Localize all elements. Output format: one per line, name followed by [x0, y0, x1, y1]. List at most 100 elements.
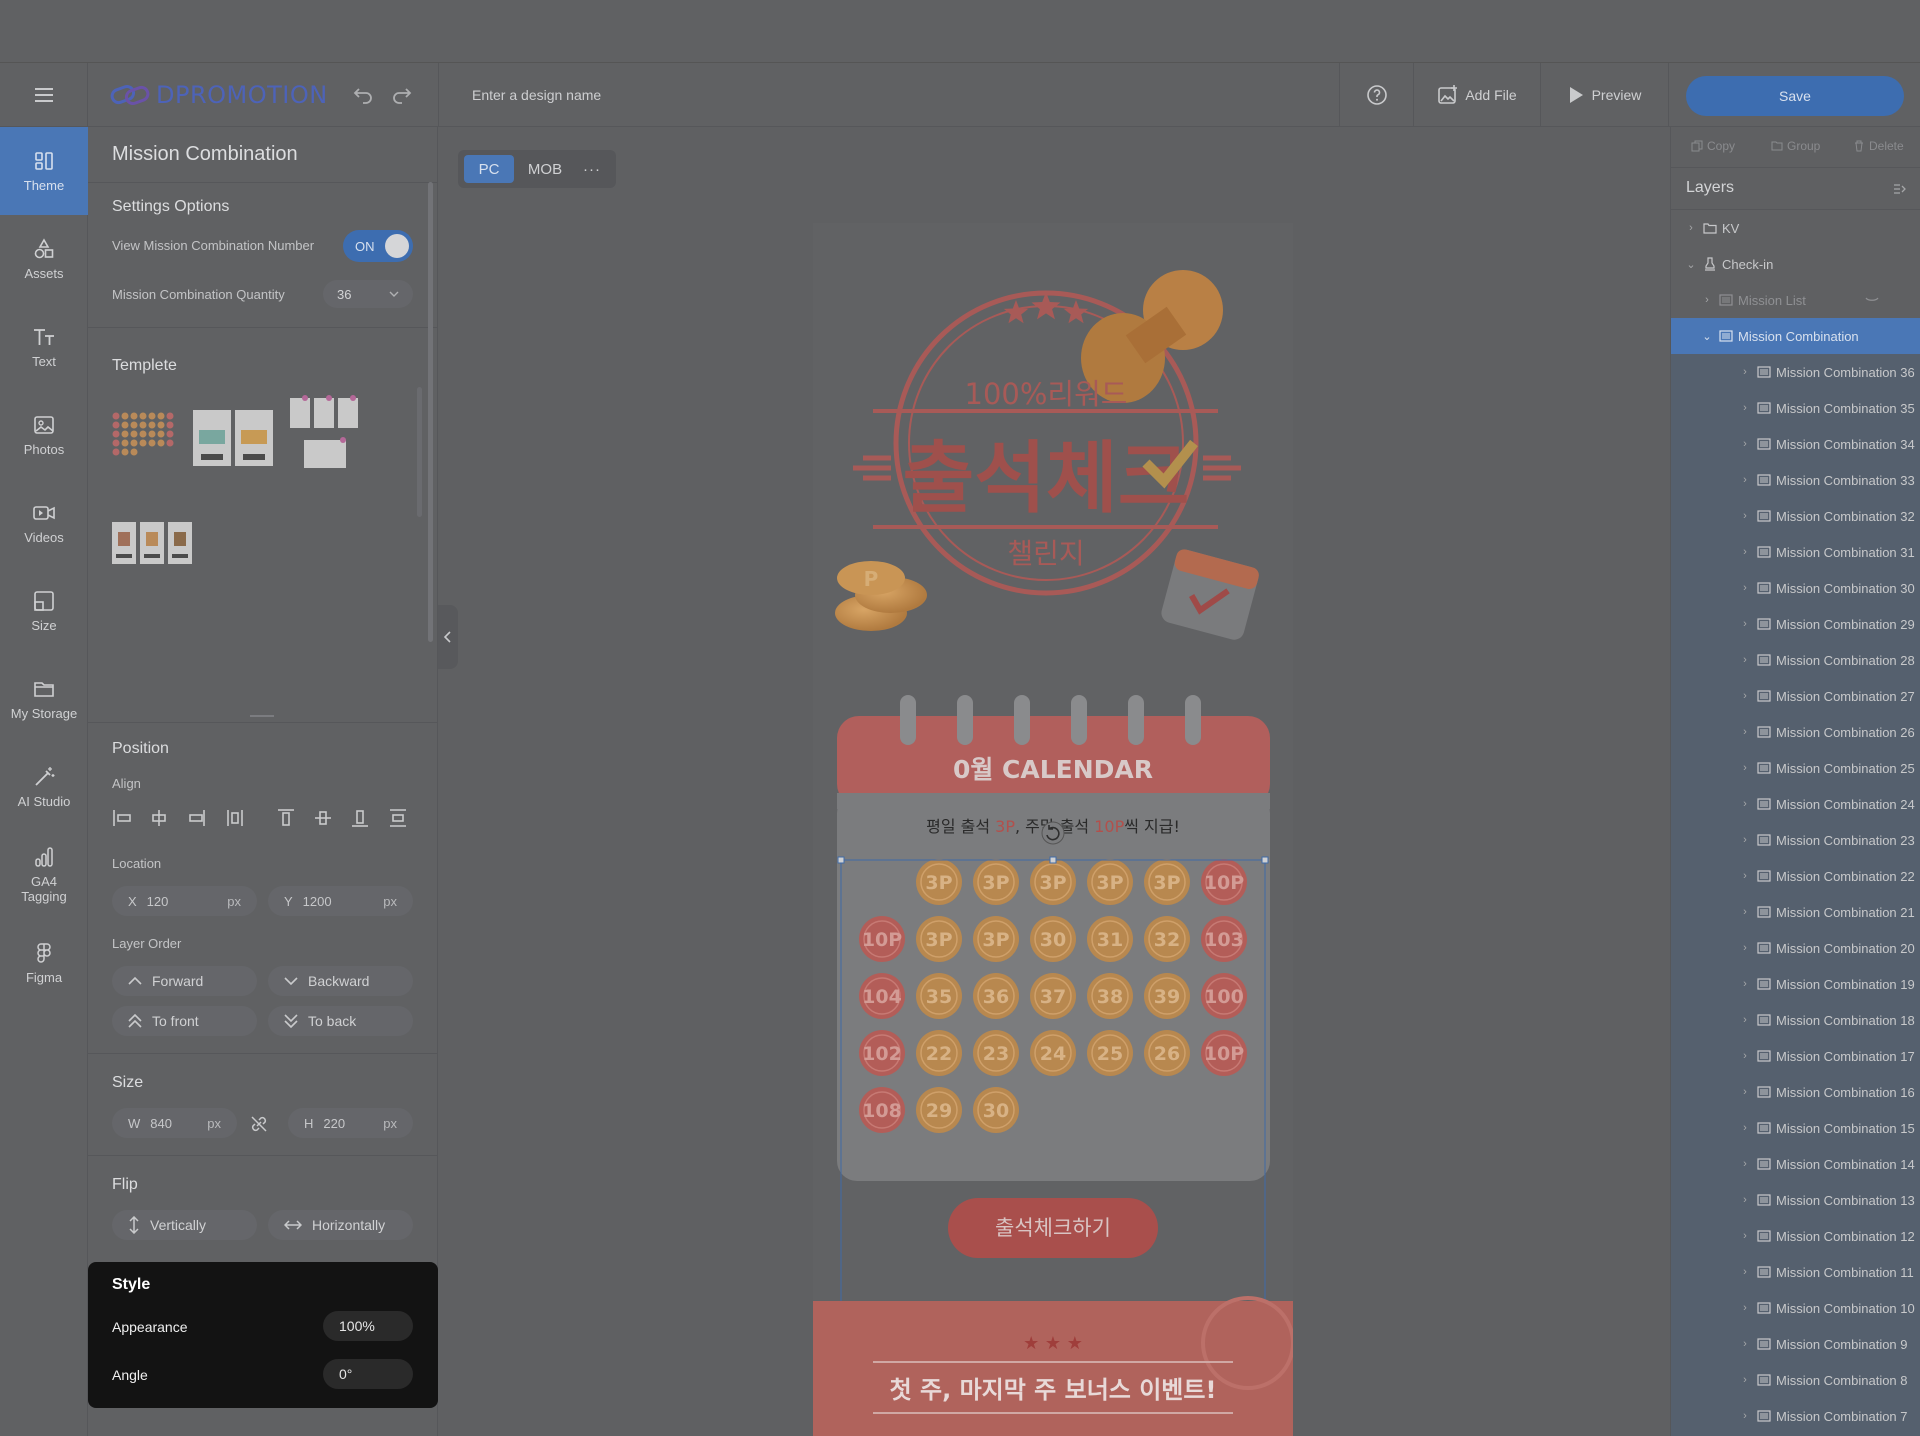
layer-child-item[interactable]: › Mission Combination 9 [1671, 1326, 1920, 1362]
layer-child-item[interactable]: › Mission Combination 21 [1671, 894, 1920, 930]
stamp-item[interactable]: 38 [1087, 973, 1133, 1019]
layer-child-item[interactable]: › Mission Combination 36 [1671, 354, 1920, 390]
layer-child-item[interactable]: › Mission Combination 18 [1671, 1002, 1920, 1038]
layer-child-item[interactable]: › Mission Combination 11 [1671, 1254, 1920, 1290]
layer-child-item[interactable]: › Mission Combination 16 [1671, 1074, 1920, 1110]
backward-button[interactable]: Backward [268, 966, 413, 996]
stamp-item[interactable]: 22 [916, 1030, 962, 1076]
stamp-item[interactable]: 10P [859, 916, 905, 962]
menu-button[interactable] [0, 63, 88, 127]
layer-child-item[interactable]: › Mission Combination 35 [1671, 390, 1920, 426]
layer-child-item[interactable]: › Mission Combination 10 [1671, 1290, 1920, 1326]
nav-item-videos[interactable]: Videos [0, 479, 88, 567]
stamp-item[interactable]: 3P [1087, 859, 1133, 905]
stamp-item[interactable]: 3P [973, 916, 1019, 962]
layer-child-item[interactable]: › Mission Combination 25 [1671, 750, 1920, 786]
layer-child-item[interactable]: › Mission Combination 23 [1671, 822, 1920, 858]
copy-button[interactable]: Copy [1691, 139, 1735, 153]
template-scrollbar[interactable] [417, 387, 422, 517]
layer-child-item[interactable]: › Mission Combination 29 [1671, 606, 1920, 642]
flip-vertical-button[interactable]: Vertically [112, 1210, 257, 1240]
layer-child-item[interactable]: › Mission Combination 34 [1671, 426, 1920, 462]
layer-mission-list[interactable]: › Mission List [1671, 282, 1920, 318]
stamp-item[interactable]: 10P [1201, 1030, 1247, 1076]
layer-child-item[interactable]: › Mission Combination 24 [1671, 786, 1920, 822]
appearance-input[interactable]: 100% [323, 1311, 413, 1341]
nav-item-text[interactable]: Text [0, 303, 88, 391]
stamp-item[interactable]: 10P [1201, 859, 1247, 905]
stamp-item[interactable]: 3P [1030, 859, 1076, 905]
layers-collapse-button[interactable] [1893, 183, 1907, 195]
angle-input[interactable]: 0° [323, 1359, 413, 1389]
template-thumb-grid[interactable] [108, 402, 180, 474]
layer-child-item[interactable]: › Mission Combination 15 [1671, 1110, 1920, 1146]
template-thumb-three[interactable] [108, 512, 196, 572]
nav-item-theme[interactable]: Theme [0, 127, 88, 215]
stamp-item[interactable]: 102 [859, 1030, 905, 1076]
layer-child-item[interactable]: › Mission Combination 7 [1671, 1398, 1920, 1434]
layer-child-item[interactable]: › Mission Combination 14 [1671, 1146, 1920, 1182]
nav-item-photos[interactable]: Photos [0, 391, 88, 479]
layer-child-item[interactable]: › Mission Combination 30 [1671, 570, 1920, 606]
layer-child-item[interactable]: › Mission Combination 33 [1671, 462, 1920, 498]
stamp-item[interactable]: 30 [973, 1087, 1019, 1133]
height-field[interactable]: H 220 px [288, 1108, 413, 1138]
add-file-button[interactable]: Add File [1414, 63, 1541, 127]
stamp-item[interactable]: 25 [1087, 1030, 1133, 1076]
design-name-input[interactable] [472, 84, 972, 106]
stamp-item[interactable]: 37 [1030, 973, 1076, 1019]
layer-child-item[interactable]: › Mission Combination 27 [1671, 678, 1920, 714]
template-thumb-cards[interactable] [191, 402, 275, 474]
stamp-item[interactable]: 29 [916, 1087, 962, 1133]
layer-child-item[interactable]: › Mission Combination 20 [1671, 930, 1920, 966]
collapse-panel-button[interactable] [438, 605, 458, 669]
layer-child-item[interactable]: › Mission Combination 19 [1671, 966, 1920, 1002]
layer-kv[interactable]: › KV [1671, 210, 1920, 246]
to-back-button[interactable]: To back [268, 1006, 413, 1036]
template-thumb-stack[interactable] [286, 392, 364, 474]
nav-item-ga4-tagging[interactable]: GA4 Tagging [0, 831, 88, 919]
stamp-item[interactable]: 3P [916, 859, 962, 905]
nav-item-assets[interactable]: Assets [0, 215, 88, 303]
width-field[interactable]: W 840 px [112, 1108, 237, 1138]
view-number-toggle[interactable]: ON [343, 230, 413, 262]
quantity-select[interactable]: 36 [323, 280, 413, 308]
layer-child-item[interactable]: › Mission Combination 12 [1671, 1218, 1920, 1254]
layer-child-item[interactable]: › Mission Combination 28 [1671, 642, 1920, 678]
layer-child-item[interactable]: › Mission Combination 31 [1671, 534, 1920, 570]
stamp-item[interactable]: 24 [1030, 1030, 1076, 1076]
help-button[interactable] [1340, 63, 1414, 127]
lock-ratio-button[interactable] [250, 1115, 268, 1133]
distribute-vertical-button[interactable] [388, 806, 408, 830]
tab-mob[interactable]: MOB [520, 155, 570, 183]
preview-button[interactable]: Preview [1541, 63, 1669, 127]
stamp-item[interactable]: 23 [973, 1030, 1019, 1076]
logo[interactable]: DPROMOTION [110, 79, 328, 111]
stamp-item[interactable]: 3P [1144, 859, 1190, 905]
stamp-item[interactable]: 3P [973, 859, 1019, 905]
layer-child-item[interactable]: › Mission Combination 13 [1671, 1182, 1920, 1218]
layer-child-item[interactable]: › Mission Combination 17 [1671, 1038, 1920, 1074]
nav-item-my-storage[interactable]: My Storage [0, 655, 88, 743]
stamp-item[interactable]: 108 [859, 1087, 905, 1133]
layer-child-item[interactable]: › Mission Combination 22 [1671, 858, 1920, 894]
layer-child-item[interactable]: › Mission Combination 26 [1671, 714, 1920, 750]
layer-check-in[interactable]: ⌄ Check-in [1671, 246, 1920, 282]
stamp-item[interactable]: 103 [1201, 916, 1247, 962]
stamp-item[interactable]: 39 [1144, 973, 1190, 1019]
redo-button[interactable] [391, 83, 413, 105]
flip-horizontal-button[interactable]: Horizontally [268, 1210, 413, 1240]
save-button[interactable]: Save [1686, 76, 1904, 116]
group-button[interactable]: Group [1771, 139, 1820, 153]
stamp-item[interactable]: 26 [1144, 1030, 1190, 1076]
nav-item-ai-studio[interactable]: AI Studio [0, 743, 88, 831]
undo-button[interactable] [352, 83, 374, 105]
stamp-item[interactable]: 100 [1201, 973, 1247, 1019]
resize-handle[interactable] [250, 715, 274, 717]
x-field[interactable]: X 120 px [112, 886, 257, 916]
artboard[interactable]: 100%리워드 출석체크 챌린지 P 0월 CALENDAR 평일 출석 3P,… [813, 223, 1293, 1436]
stamp-item[interactable]: 31 [1087, 916, 1133, 962]
nav-item-figma[interactable]: Figma [0, 919, 88, 1007]
layer-child-item[interactable]: › Mission Combination 8 [1671, 1362, 1920, 1398]
more-options-button[interactable]: ··· [576, 155, 608, 183]
